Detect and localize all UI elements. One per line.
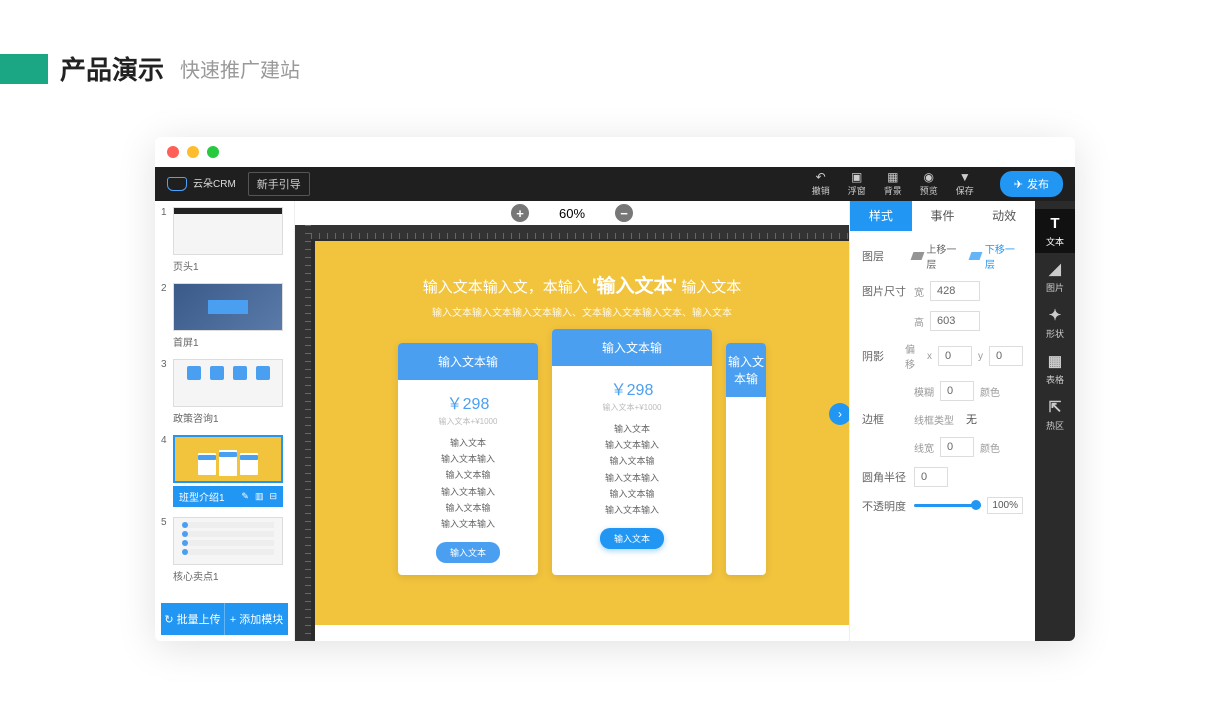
publish-button[interactable]: ✈发布 bbox=[1000, 171, 1063, 197]
app-topbar: 云朵CRM 新手引导 ↶撤销 ▣浮窗 ▦背景 ◉预览 ▼保存 ✈发布 bbox=[155, 167, 1075, 201]
shadow-y-input[interactable] bbox=[989, 346, 1023, 366]
save-icon: ▼ bbox=[959, 171, 971, 183]
thumbnail-label: 政策咨询1 bbox=[173, 410, 288, 425]
radius-input[interactable] bbox=[914, 467, 948, 487]
thumbnail-label-active: 班型介绍1 ✎ ▥ ⊟ bbox=[173, 486, 283, 507]
edit-icon[interactable]: ✎ bbox=[241, 491, 249, 502]
properties-panel: 样式 事件 动效 图层 上移一层 下移一层 图片尺寸 宽 高 bbox=[849, 201, 1035, 641]
zoom-controls: + 60% − bbox=[295, 201, 849, 225]
next-arrow-icon[interactable]: › bbox=[829, 403, 849, 425]
pricing-card[interactable]: 输入文本输 ￥298 输入文本+¥1000 输入文本 输入文本输入 输入文本输 … bbox=[398, 343, 538, 575]
border-width-input[interactable] bbox=[940, 437, 974, 457]
card-features: 输入文本 输入文本输入 输入文本输 输入文本输入 输入文本输 输入文本输入 bbox=[552, 421, 712, 518]
eye-icon: ◉ bbox=[924, 171, 934, 183]
thumbnail-item[interactable]: 3 政策咨询1 bbox=[161, 359, 288, 425]
image-icon: ▦ bbox=[887, 171, 898, 183]
layer-label: 图层 bbox=[862, 248, 906, 264]
tool-image[interactable]: ◢图片 bbox=[1035, 255, 1075, 299]
pricing-card-partial[interactable]: 输入文本输 bbox=[726, 343, 766, 575]
card-cta-button[interactable]: 输入文本 bbox=[600, 528, 664, 549]
thumbnail-item[interactable]: 1 页头1 bbox=[161, 207, 288, 273]
zoom-value: 60% bbox=[559, 206, 585, 221]
card-features: 输入文本 输入文本输入 输入文本输 输入文本输入 输入文本输 输入文本输入 bbox=[398, 435, 538, 532]
radius-label: 圆角半径 bbox=[862, 469, 908, 485]
guide-button[interactable]: 新手引导 bbox=[248, 172, 310, 196]
undo-button[interactable]: ↶撤销 bbox=[812, 171, 830, 197]
float-icon: ▣ bbox=[851, 171, 862, 183]
brand-name: 云朵CRM bbox=[193, 179, 236, 190]
delete-icon[interactable]: ⊟ bbox=[269, 491, 277, 502]
image-icon: ◢ bbox=[1049, 260, 1061, 278]
layer-up-icon bbox=[910, 252, 924, 260]
maximize-icon[interactable] bbox=[207, 146, 219, 158]
card-title: 输入文本输 bbox=[398, 343, 538, 380]
browser-window: 云朵CRM 新手引导 ↶撤销 ▣浮窗 ▦背景 ◉预览 ▼保存 ✈发布 1 页头1… bbox=[155, 137, 1075, 641]
accent-bar bbox=[0, 54, 48, 84]
size-label: 图片尺寸 bbox=[862, 283, 908, 299]
canvas-content[interactable]: 输入文本输入文，本输入 '输入文本' 输入文本 输入文本输入文本输入文本输入、文… bbox=[315, 241, 849, 641]
page-thumbnails-panel: 1 页头1 2 首屏1 3 政策咨询1 4 班型介绍1 ✎ ▥ ⊟ bbox=[155, 201, 295, 641]
grid-icon: ▦ bbox=[1048, 352, 1062, 370]
card-title: 输入文本输 bbox=[552, 329, 712, 366]
card-price: ￥298 bbox=[398, 390, 538, 414]
border-label: 边框 bbox=[862, 411, 908, 427]
ruler-vertical bbox=[295, 225, 311, 641]
canvas-footer-heading[interactable]: 输入文本输入文本 '输入文本' bbox=[315, 625, 849, 641]
hotzone-icon: ⇱ bbox=[1049, 398, 1062, 416]
thumbnail-label: 核心卖点1 bbox=[173, 568, 288, 583]
close-icon[interactable] bbox=[167, 146, 179, 158]
thumbnail-item-active[interactable]: 4 班型介绍1 ✎ ▥ ⊟ bbox=[161, 435, 288, 507]
zoom-in-button[interactable]: + bbox=[511, 204, 529, 222]
right-toolbar: T文本 ◢图片 ✦形状 ▦表格 ⇱热区 bbox=[1035, 201, 1075, 641]
save-button[interactable]: ▼保存 bbox=[956, 171, 974, 197]
page-subtitle: 快速推广建站 bbox=[180, 54, 300, 83]
batch-upload-button[interactable]: ↻ 批量上传 bbox=[161, 603, 225, 635]
minimize-icon[interactable] bbox=[187, 146, 199, 158]
border-type-select[interactable]: 无 bbox=[966, 411, 977, 427]
canvas-heading[interactable]: 输入文本输入文，本输入 '输入文本' 输入文本 bbox=[315, 271, 849, 298]
cloud-icon bbox=[167, 177, 187, 191]
shadow-blur-input[interactable] bbox=[940, 381, 974, 401]
background-button[interactable]: ▦背景 bbox=[884, 171, 902, 197]
tool-table[interactable]: ▦表格 bbox=[1035, 347, 1075, 391]
zoom-out-button[interactable]: − bbox=[615, 204, 633, 222]
preview-button[interactable]: ◉预览 bbox=[920, 171, 938, 197]
text-icon: T bbox=[1050, 215, 1059, 232]
shape-icon: ✦ bbox=[1049, 306, 1062, 324]
send-icon: ✈ bbox=[1014, 178, 1023, 191]
opacity-slider[interactable] bbox=[914, 504, 981, 507]
page-title: 产品演示 bbox=[60, 50, 164, 87]
traffic-lights bbox=[155, 137, 1075, 167]
tab-animation[interactable]: 动效 bbox=[973, 201, 1035, 231]
thumbnail-item[interactable]: 5 核心卖点1 bbox=[161, 517, 288, 583]
layer-down-icon bbox=[969, 252, 983, 260]
opacity-label: 不透明度 bbox=[862, 498, 908, 514]
tool-hotzone[interactable]: ⇱热区 bbox=[1035, 393, 1075, 437]
ruler-horizontal bbox=[311, 225, 849, 239]
copy-icon[interactable]: ▥ bbox=[255, 491, 264, 502]
width-input[interactable] bbox=[930, 281, 980, 301]
add-module-button[interactable]: + 添加模块 bbox=[225, 603, 288, 635]
thumbnail-label: 页头1 bbox=[173, 258, 288, 273]
layer-up-button[interactable]: 上移一层 bbox=[912, 241, 965, 271]
height-input[interactable] bbox=[930, 311, 980, 331]
tab-event[interactable]: 事件 bbox=[912, 201, 974, 231]
thumbnail-item[interactable]: 2 首屏1 bbox=[161, 283, 288, 349]
tool-text[interactable]: T文本 bbox=[1035, 209, 1075, 253]
layer-down-button[interactable]: 下移一层 bbox=[970, 241, 1023, 271]
brand-logo[interactable]: 云朵CRM bbox=[167, 177, 236, 191]
tool-shape[interactable]: ✦形状 bbox=[1035, 301, 1075, 345]
thumbnail-label: 首屏1 bbox=[173, 334, 288, 349]
card-price: ￥298 bbox=[552, 376, 712, 400]
undo-icon: ↶ bbox=[816, 171, 826, 183]
canvas-area[interactable]: + 60% − 输入文本输入文，本输入 '输入文本' 输入文本 输入文本输入文本… bbox=[295, 201, 849, 641]
float-button[interactable]: ▣浮窗 bbox=[848, 171, 866, 197]
pricing-card-featured[interactable]: 输入文本输 ￥298 输入文本+¥1000 输入文本 输入文本输入 输入文本输 … bbox=[552, 329, 712, 575]
canvas-subheading[interactable]: 输入文本输入文本输入文本输入、文本输入文本输入文本、输入文本 bbox=[315, 304, 849, 319]
shadow-x-input[interactable] bbox=[938, 346, 972, 366]
tab-style[interactable]: 样式 bbox=[850, 201, 912, 231]
card-cta-button[interactable]: 输入文本 bbox=[436, 542, 500, 563]
opacity-value: 100% bbox=[987, 497, 1023, 514]
shadow-label: 阴影 bbox=[862, 348, 899, 364]
